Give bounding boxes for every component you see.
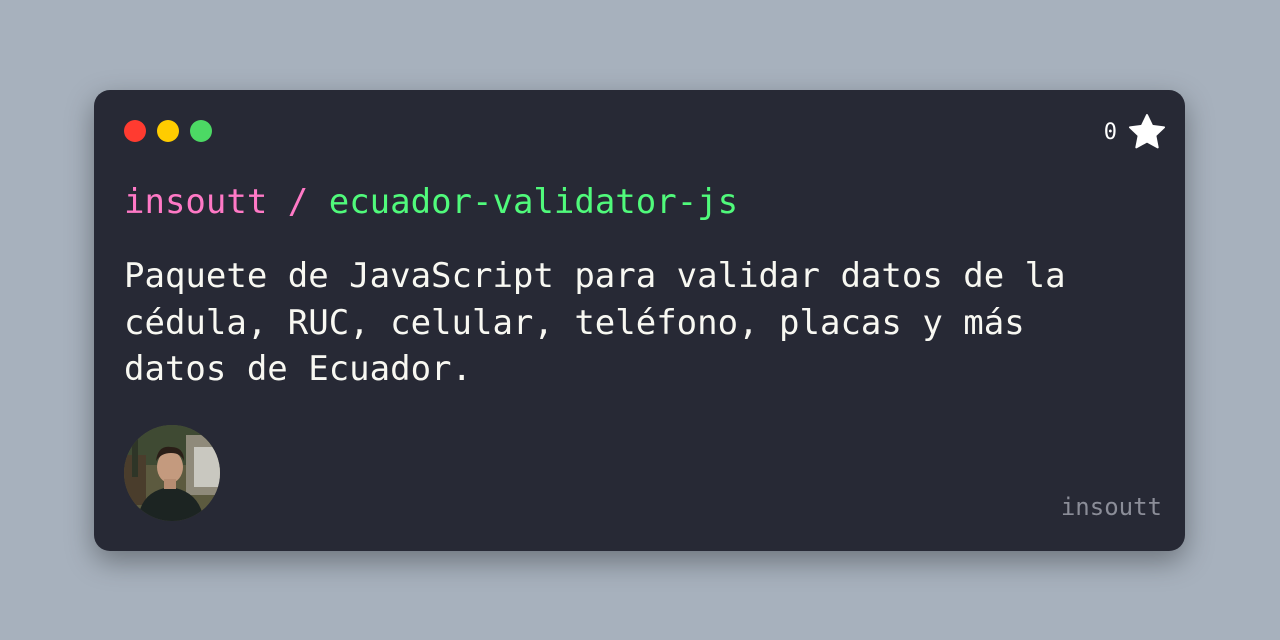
minimize-dot [157, 120, 179, 142]
repo-name[interactable]: ecuador-validator-js [329, 182, 738, 222]
repo-card: 0 insoutt / ecuador-validator-js Paquete… [94, 90, 1185, 551]
maximize-dot [190, 120, 212, 142]
repo-owner[interactable]: insoutt [124, 182, 267, 222]
star-icon [1129, 114, 1165, 149]
footer-username[interactable]: insoutt [1061, 493, 1162, 521]
stars-counter[interactable]: 0 [1104, 112, 1167, 152]
window-controls [124, 120, 212, 142]
stars-count: 0 [1103, 119, 1117, 145]
avatar[interactable] [124, 425, 220, 521]
repo-title[interactable]: insoutt / ecuador-validator-js [124, 178, 738, 226]
repo-separator: / [267, 182, 329, 222]
repo-description: Paquete de JavaScript para validar datos… [124, 256, 1066, 389]
close-dot [124, 120, 146, 142]
avatar-photo [124, 425, 220, 521]
